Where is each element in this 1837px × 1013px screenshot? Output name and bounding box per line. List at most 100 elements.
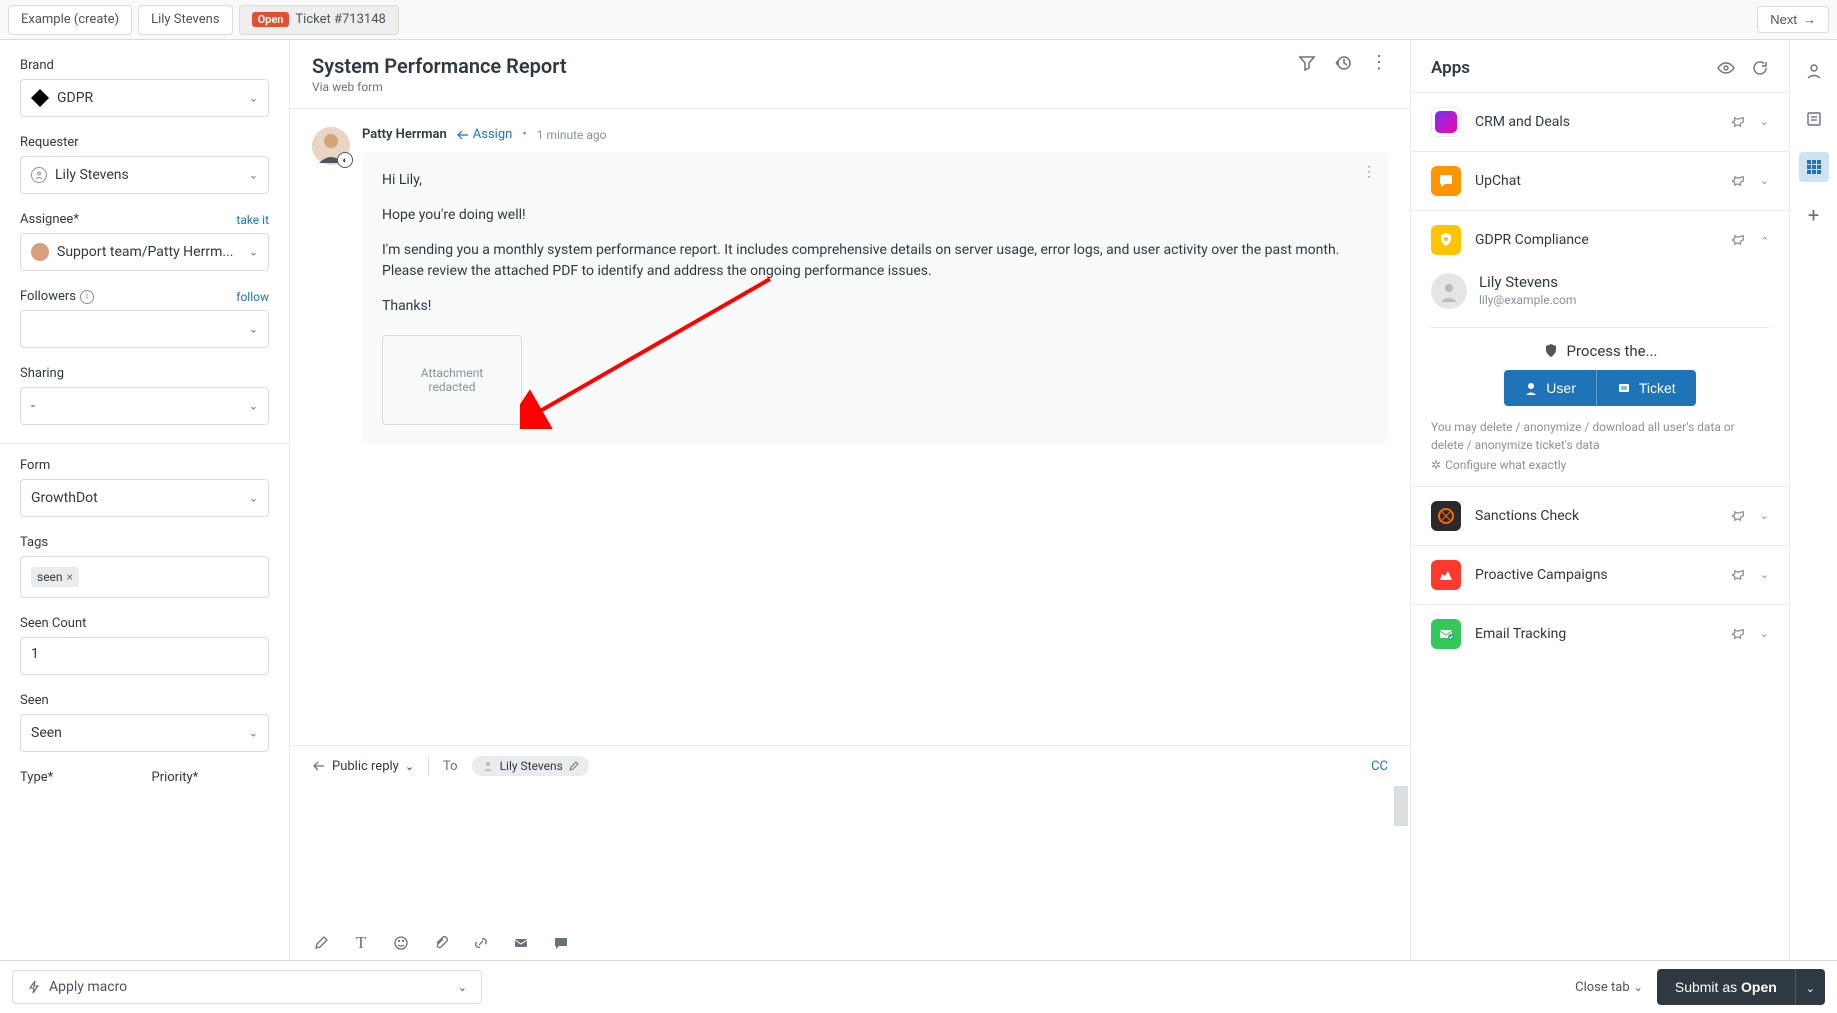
assignee-avatar — [31, 243, 49, 261]
submit-dropdown[interactable]: ⌄ — [1795, 969, 1825, 1005]
chevron-down-icon: ⌄ — [249, 400, 258, 413]
ticket-header: System Performance Report Via web form ⋮ — [290, 40, 1410, 109]
form-select[interactable]: GrowthDot ⌄ — [20, 479, 269, 517]
attachment-label: Attachment redacted — [421, 366, 483, 394]
followers-select[interactable]: ⌄ — [20, 310, 269, 348]
tab-label: Lily Stevens — [151, 12, 219, 27]
brand-select[interactable]: GDPR ⌄ — [20, 79, 269, 117]
seen-count-label: Seen Count — [20, 616, 269, 631]
reply-icon — [312, 759, 326, 773]
divider — [1431, 327, 1769, 328]
follow-link[interactable]: follow — [236, 290, 269, 304]
gdpr-ticket-button[interactable]: Ticket — [1597, 370, 1696, 406]
tab-ticket[interactable]: Open Ticket #713148 — [239, 5, 399, 35]
text-format-icon[interactable]: T — [352, 934, 370, 952]
reply-arrow-icon — [457, 129, 469, 141]
chevron-down-icon[interactable]: ⌄ — [1760, 115, 1769, 129]
top-tabs-bar: Example (create) Lily Stevens Open Ticke… — [0, 0, 1837, 40]
chevron-down-icon: ⌄ — [249, 92, 258, 105]
pencil-icon[interactable] — [569, 761, 579, 771]
eye-icon[interactable] — [1717, 59, 1735, 77]
requester-label: Requester — [20, 135, 269, 150]
edit-icon[interactable] — [312, 934, 330, 952]
email-icon[interactable] — [512, 934, 530, 952]
user-icon — [482, 760, 494, 772]
compose-textarea[interactable] — [290, 786, 1410, 926]
pin-icon[interactable] — [1732, 568, 1746, 582]
tab-example[interactable]: Example (create) — [8, 5, 132, 35]
chevron-down-icon[interactable]: ⌄ — [1760, 174, 1769, 188]
tags-label: Tags — [20, 535, 269, 550]
message-more-icon[interactable]: ⋮ — [1362, 164, 1376, 180]
reply-type-select[interactable]: Public reply ⌄ — [312, 759, 414, 774]
app-item-upchat: UpChat ⌄ — [1411, 151, 1789, 210]
pin-icon[interactable] — [1732, 233, 1746, 247]
sharing-select[interactable]: - ⌄ — [20, 387, 269, 425]
assign-link[interactable]: Assign — [457, 127, 513, 142]
attachment-icon[interactable] — [432, 934, 450, 952]
rail-knowledge-icon[interactable] — [1799, 104, 1829, 134]
scrollbar[interactable] — [1394, 786, 1408, 926]
seen-count-input[interactable]: 1 — [20, 637, 269, 675]
rail-user-icon[interactable] — [1799, 56, 1829, 86]
gdpr-user-button[interactable]: User — [1504, 370, 1597, 406]
arrow-right-icon: → — [1803, 12, 1816, 27]
next-label: Next — [1770, 12, 1797, 27]
chevron-down-icon: ⌄ — [458, 981, 467, 994]
pin-icon[interactable] — [1732, 627, 1746, 641]
close-tab-label: Close tab — [1575, 980, 1630, 995]
chevron-up-icon[interactable]: ⌄ — [1760, 233, 1769, 247]
brand-icon — [31, 89, 49, 107]
gdpr-config-link[interactable]: ✲ Configure what exactly — [1431, 458, 1769, 472]
app-name: Sanctions Check — [1475, 508, 1718, 524]
app-name: Email Tracking — [1475, 626, 1718, 642]
requester-select[interactable]: Lily Stevens ⌄ — [20, 156, 269, 194]
cc-link[interactable]: CC — [1371, 759, 1388, 774]
more-icon[interactable]: ⋮ — [1370, 54, 1388, 72]
chevron-down-icon[interactable]: ⌄ — [1760, 509, 1769, 523]
rail-add-icon[interactable]: + — [1799, 200, 1829, 230]
gdpr-user-email: lily@example.com — [1479, 293, 1576, 309]
chat-icon[interactable] — [552, 934, 570, 952]
sharing-value: - — [31, 398, 35, 414]
lightning-icon — [27, 980, 41, 994]
tab-label: Example (create) — [21, 12, 119, 27]
app-name: GDPR Compliance — [1475, 232, 1718, 248]
recipient-chip[interactable]: Lily Stevens — [472, 756, 589, 776]
apply-macro-button[interactable]: Apply macro ⌄ — [12, 970, 482, 1004]
filter-icon[interactable] — [1298, 54, 1316, 72]
form-value: GrowthDot — [31, 490, 98, 506]
user-btn-label: User — [1546, 380, 1576, 396]
link-icon[interactable] — [472, 934, 490, 952]
take-it-link[interactable]: take it — [236, 213, 269, 227]
close-tab-button[interactable]: Close tab ⌄ — [1575, 980, 1643, 995]
tags-input[interactable]: seen × — [20, 556, 269, 598]
message-paragraph: Hope you're doing well! — [382, 205, 1368, 226]
message-paragraph: I'm sending you a monthly system perform… — [382, 240, 1368, 282]
sharing-label: Sharing — [20, 366, 269, 381]
rail-apps-icon[interactable] — [1799, 152, 1829, 182]
message-time: 1 minute ago — [537, 128, 607, 142]
attachment-card[interactable]: Attachment redacted — [382, 335, 522, 425]
gdpr-hint: You may delete / anonymize / download al… — [1431, 418, 1769, 454]
submit-prefix: Submit as — [1675, 979, 1741, 995]
pin-icon[interactable] — [1732, 174, 1746, 188]
tab-lily[interactable]: Lily Stevens — [138, 5, 232, 35]
seen-select[interactable]: Seen ⌄ — [20, 714, 269, 752]
gdpr-config-label: Configure what exactly — [1445, 458, 1566, 472]
pin-icon[interactable] — [1732, 115, 1746, 129]
chevron-down-icon: ⌄ — [249, 246, 258, 259]
pin-icon[interactable] — [1732, 509, 1746, 523]
refresh-icon[interactable] — [1751, 59, 1769, 77]
history-icon[interactable] — [1334, 54, 1352, 72]
chevron-down-icon[interactable]: ⌄ — [1760, 568, 1769, 582]
submit-button[interactable]: Submit as Open — [1657, 969, 1795, 1005]
assignee-value: Support team/Patty Herrm... — [57, 244, 233, 260]
chevron-down-icon[interactable]: ⌄ — [1760, 627, 1769, 641]
emoji-icon[interactable] — [392, 934, 410, 952]
assignee-select[interactable]: Support team/Patty Herrm... ⌄ — [20, 233, 269, 271]
next-button[interactable]: Next → — [1757, 6, 1829, 33]
ticket-main: System Performance Report Via web form ⋮… — [290, 40, 1411, 960]
remove-tag-icon[interactable]: × — [67, 570, 73, 584]
brand-label: Brand — [20, 58, 269, 73]
